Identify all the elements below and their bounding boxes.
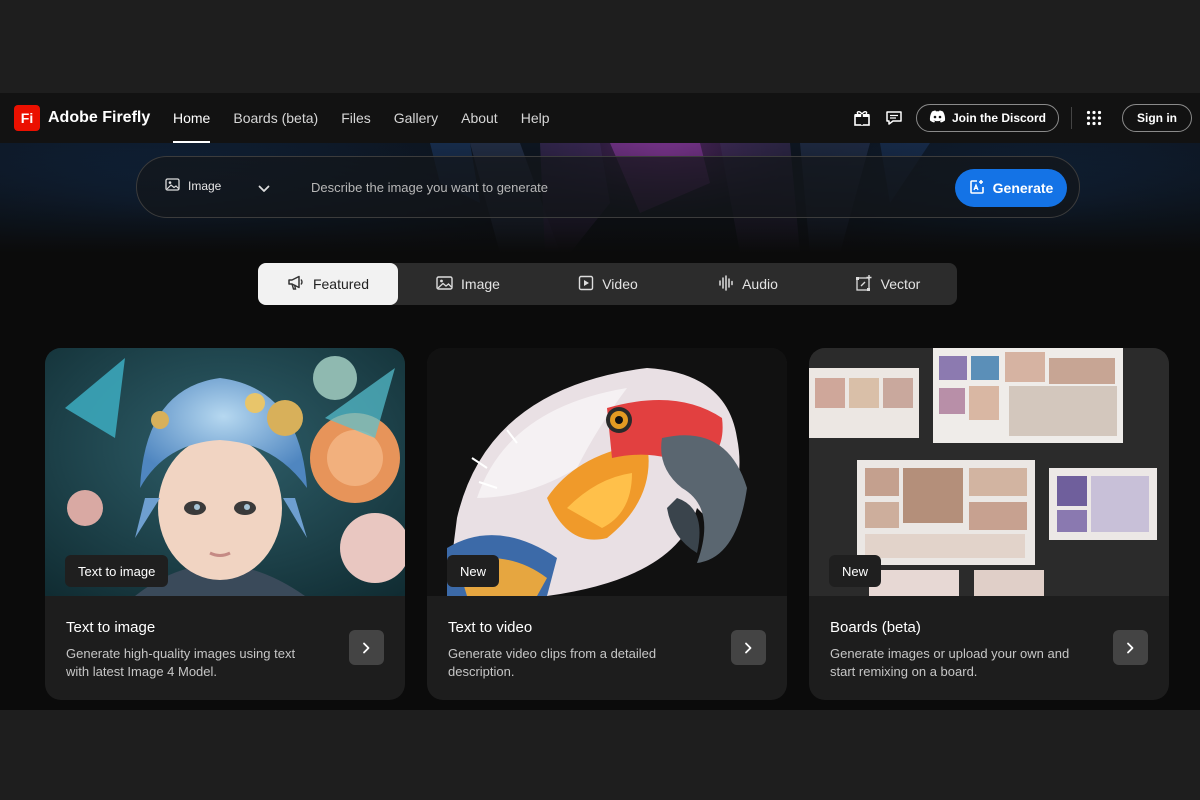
- nav-actions: Join the Discord Sign in: [850, 93, 1192, 143]
- chevron-right-icon: [363, 642, 370, 653]
- generation-type-selector[interactable]: Image: [165, 178, 221, 194]
- card-badge: New: [447, 555, 500, 587]
- audio-icon: [718, 274, 734, 294]
- card-badge: Text to image: [65, 555, 169, 587]
- nav-files[interactable]: Files: [341, 93, 371, 143]
- tab-video-label: Video: [602, 276, 638, 292]
- card-title: Text to image: [66, 619, 156, 636]
- nav-about[interactable]: About: [461, 93, 498, 143]
- brand[interactable]: Fi Adobe Firefly: [14, 105, 150, 131]
- image-icon: [165, 178, 180, 194]
- tab-featured[interactable]: Featured: [258, 263, 398, 305]
- image-icon: [436, 275, 453, 293]
- feature-card-boards[interactable]: New Boards (beta) Generate images or upl…: [809, 348, 1169, 700]
- hero-banner: Image Generate: [0, 143, 1200, 253]
- card-title: Boards (beta): [830, 619, 921, 636]
- tab-vector[interactable]: Vector: [818, 263, 958, 305]
- brand-name: Adobe Firefly: [48, 109, 151, 126]
- discord-icon: [929, 110, 946, 126]
- megaphone-icon: [287, 275, 305, 294]
- card-description: Generate high-quality images using text …: [66, 646, 296, 679]
- card-open-button[interactable]: [731, 630, 766, 665]
- app-window: Fi Adobe Firefly Home Boards (beta) File…: [0, 93, 1200, 710]
- join-discord-button[interactable]: Join the Discord: [915, 104, 1059, 132]
- prompt-bar: Image Generate: [136, 156, 1080, 218]
- card-open-button[interactable]: [349, 630, 384, 665]
- nav-home[interactable]: Home: [173, 93, 211, 143]
- card-description: Generate images or upload your own and s…: [830, 646, 1070, 679]
- nav-help[interactable]: Help: [521, 93, 550, 143]
- top-letterbox: [0, 0, 1200, 93]
- generate-label: Generate: [992, 180, 1054, 196]
- gift-icon[interactable]: [850, 106, 874, 130]
- join-discord-label: Join the Discord: [951, 111, 1046, 125]
- tab-audio-label: Audio: [742, 276, 778, 292]
- tab-image[interactable]: Image: [398, 263, 538, 305]
- card-badge: New: [829, 555, 882, 587]
- card-title: Text to video: [448, 619, 533, 636]
- category-tabs: Featured Image Video Audio Vector: [258, 263, 957, 305]
- tab-image-label: Image: [461, 276, 500, 292]
- nav-links: Home Boards (beta) Files Gallery About H…: [173, 93, 550, 143]
- tab-audio[interactable]: Audio: [678, 263, 818, 305]
- vector-icon: [855, 274, 873, 294]
- bottom-letterbox: [0, 710, 1200, 800]
- feature-card-text-to-video[interactable]: New Text to video Generate video clips f…: [427, 348, 787, 700]
- tab-video[interactable]: Video: [538, 263, 678, 305]
- nav-gallery[interactable]: Gallery: [394, 93, 438, 143]
- apps-grid-icon[interactable]: [1082, 106, 1106, 130]
- nav-divider: [1071, 107, 1072, 129]
- video-icon: [578, 275, 594, 294]
- nav-boards[interactable]: Boards (beta): [233, 93, 318, 143]
- tab-featured-label: Featured: [312, 276, 370, 292]
- chevron-right-icon: [1127, 642, 1134, 653]
- card-open-button[interactable]: [1113, 630, 1148, 665]
- sign-in-button[interactable]: Sign in: [1122, 104, 1192, 132]
- generation-type-label: Image: [188, 179, 222, 193]
- chat-icon[interactable]: [882, 106, 906, 130]
- chevron-right-icon: [745, 642, 752, 653]
- top-nav: Fi Adobe Firefly Home Boards (beta) File…: [0, 93, 1200, 143]
- prompt-input[interactable]: [311, 175, 871, 199]
- generate-button[interactable]: Generate: [955, 169, 1067, 207]
- firefly-logo: Fi: [14, 105, 40, 131]
- chevron-down-icon[interactable]: [258, 180, 270, 198]
- generate-icon: [969, 179, 985, 198]
- feature-card-text-to-image[interactable]: Text to image Text to image Generate hig…: [45, 348, 405, 700]
- tab-vector-label: Vector: [880, 276, 921, 292]
- card-description: Generate video clips from a detailed des…: [448, 646, 657, 679]
